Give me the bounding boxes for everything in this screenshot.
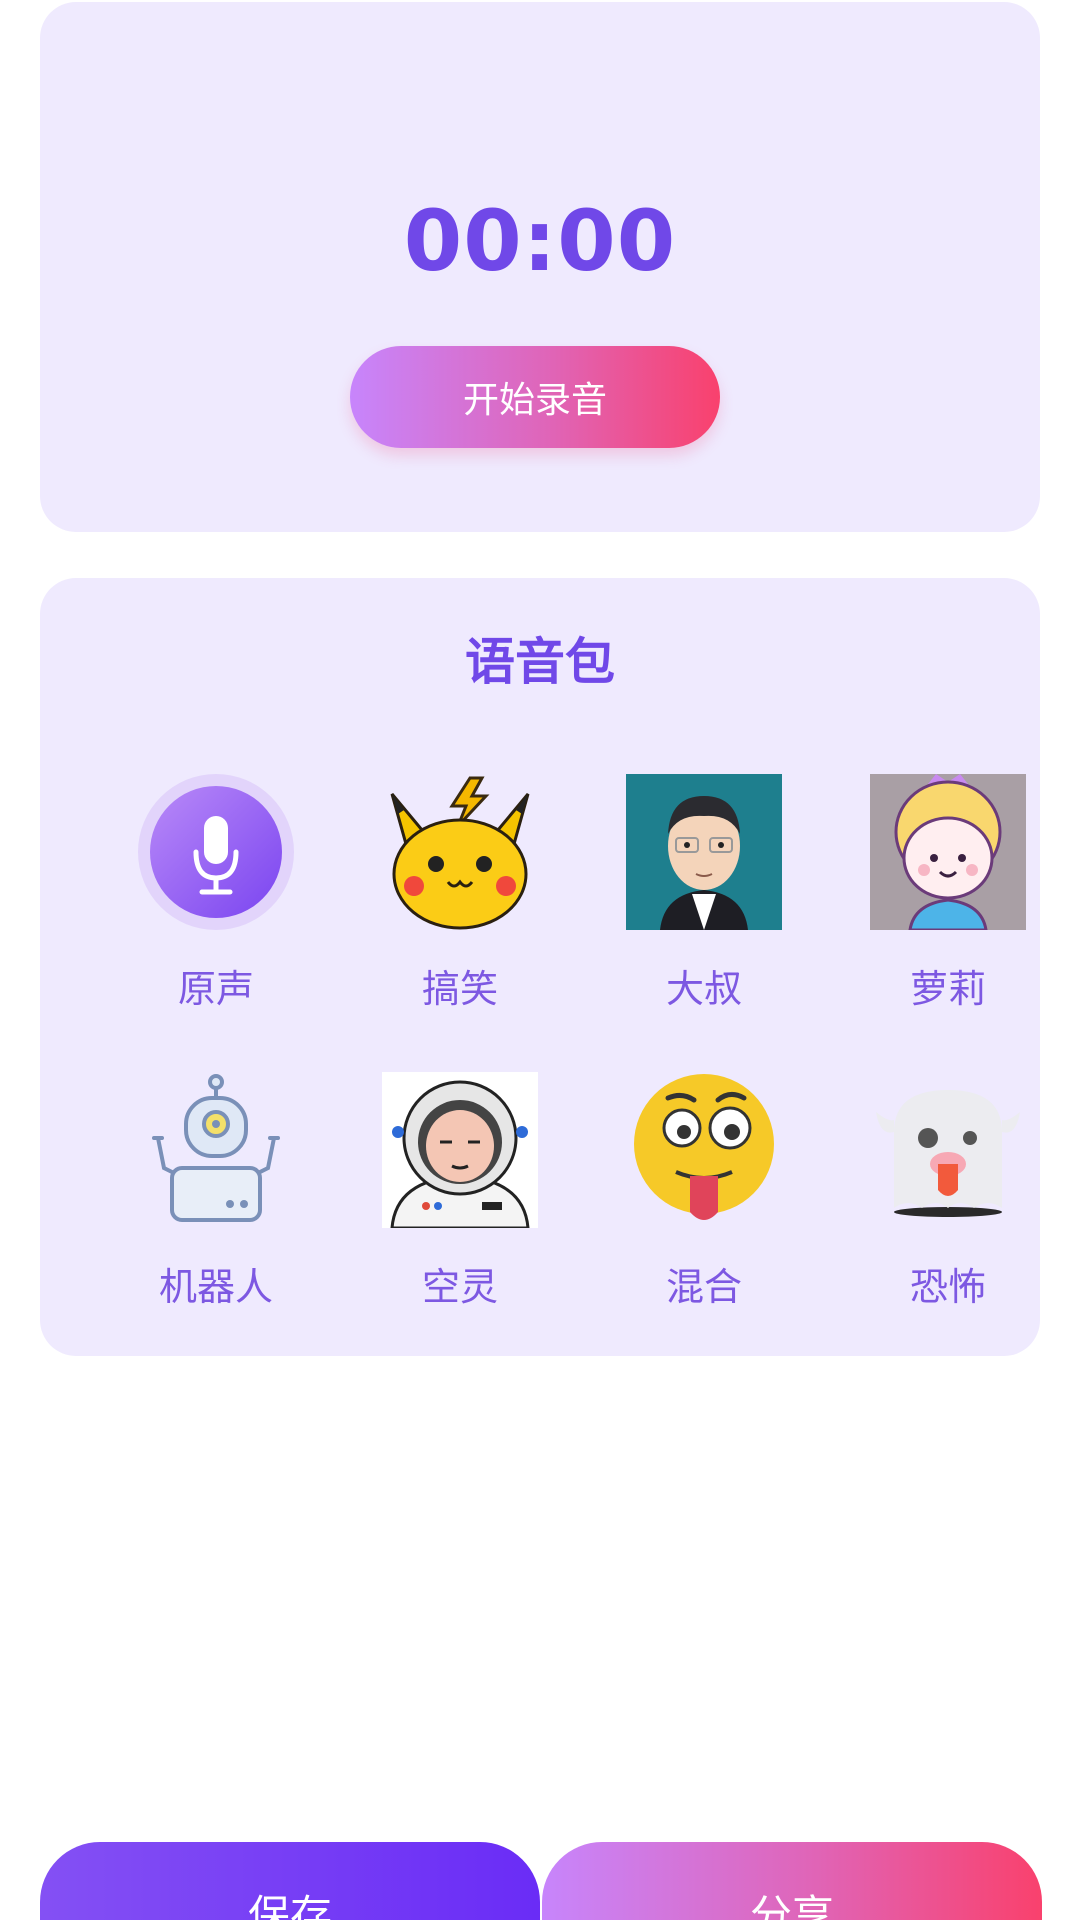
voice-item-funny[interactable]: 搞笑	[360, 774, 560, 1013]
voice-item-label: 大叔	[665, 967, 742, 1011]
voice-item-loli[interactable]: 萝莉	[848, 774, 1048, 1013]
recorder-card: 00:00 开始录音	[40, 2, 1040, 532]
uncle-avatar-icon	[626, 774, 782, 930]
astronaut-icon	[382, 1072, 538, 1228]
voice-item-label: 搞笑	[421, 967, 498, 1011]
ghost-icon	[870, 1072, 1026, 1228]
robot-icon	[138, 1072, 294, 1228]
share-button[interactable]: 分享	[542, 1842, 1042, 1920]
voice-item-horror[interactable]: 恐怖	[848, 1072, 1048, 1311]
voice-changer-page: 00:00 开始录音 语音包 原声 搞笑 大叔 萝莉 机器人 空灵 混合 恐怖 …	[0, 0, 1080, 1920]
voice-pack-card: 语音包 原声 搞笑 大叔 萝莉 机器人 空灵 混合 恐怖	[40, 578, 1040, 1356]
voice-item-label: 原声	[177, 967, 254, 1011]
voice-item-ethereal[interactable]: 空灵	[360, 1072, 560, 1311]
voice-item-label: 恐怖	[909, 1265, 986, 1309]
girl-princess-icon	[870, 774, 1026, 930]
voice-item-uncle[interactable]: 大叔	[604, 774, 804, 1013]
voice-item-original[interactable]: 原声	[116, 774, 316, 1013]
microphone-icon	[138, 774, 294, 930]
save-button[interactable]: 保存	[40, 1842, 540, 1920]
start-recording-button[interactable]: 开始录音	[350, 346, 720, 448]
voice-item-label: 混合	[665, 1265, 742, 1309]
voice-item-robot[interactable]: 机器人	[116, 1072, 316, 1311]
recording-timer: 00:00	[403, 192, 677, 290]
voice-pack-title: 语音包	[465, 633, 615, 691]
voice-item-label: 机器人	[158, 1265, 273, 1309]
tongue-emoji-icon	[626, 1072, 782, 1228]
voice-item-mixed[interactable]: 混合	[604, 1072, 804, 1311]
voice-item-label: 空灵	[421, 1265, 498, 1309]
voice-item-label: 萝莉	[909, 967, 986, 1011]
pikachu-icon	[382, 774, 538, 930]
